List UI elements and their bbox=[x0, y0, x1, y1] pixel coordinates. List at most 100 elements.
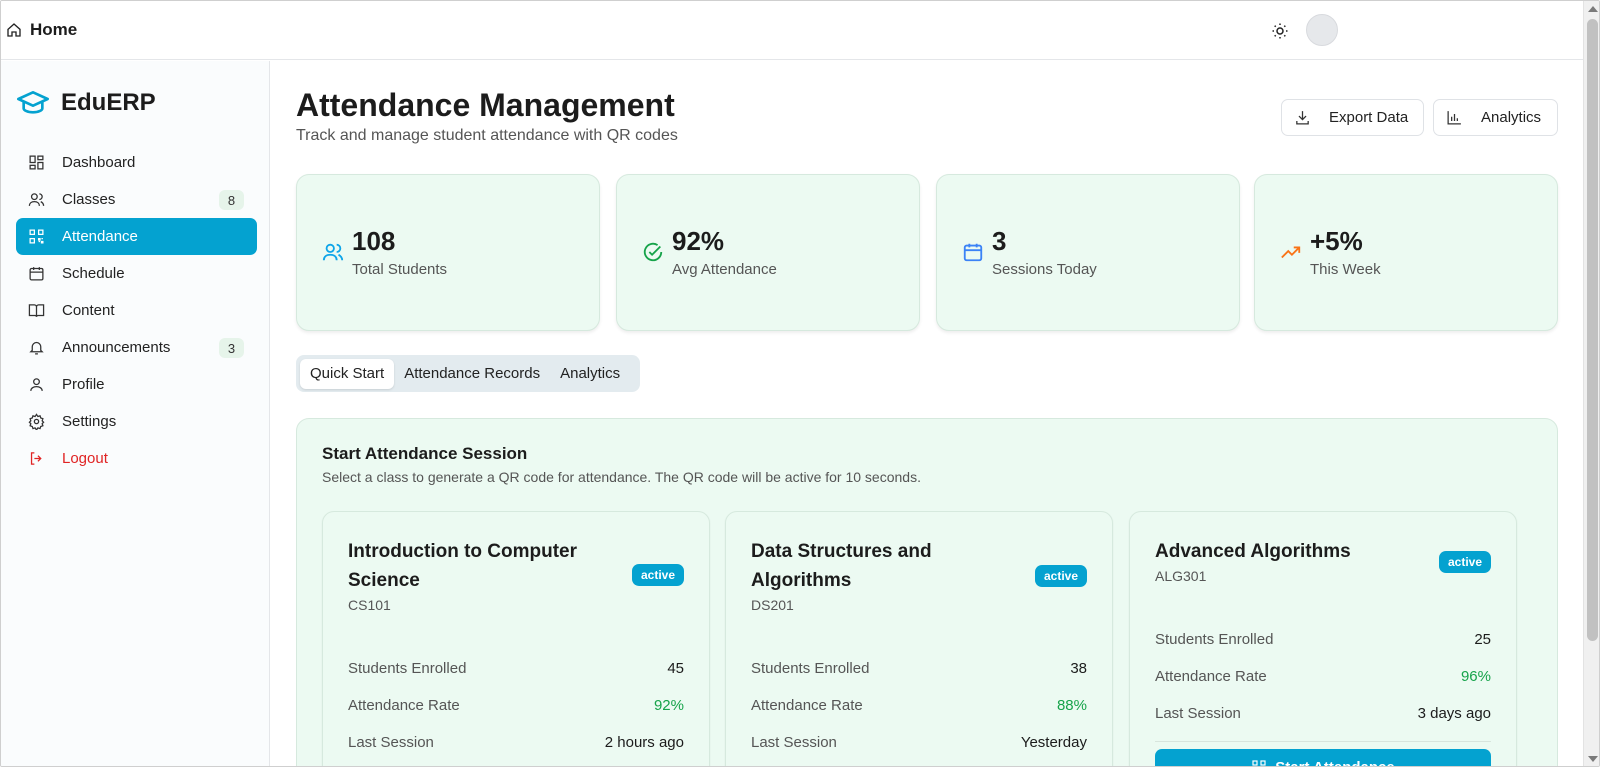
stat-label: Sessions Today bbox=[992, 261, 1097, 278]
analytics-label: Analytics bbox=[1481, 109, 1542, 126]
analytics-button[interactable]: Analytics bbox=[1433, 99, 1558, 136]
stat-card-total-students: 108 Total Students bbox=[296, 174, 600, 331]
page-title: Attendance Management bbox=[296, 87, 675, 123]
tab-attendance-records[interactable]: Attendance Records bbox=[394, 359, 550, 389]
sidebar-item-schedule[interactable]: Schedule bbox=[16, 255, 257, 292]
sidebar-item-label: Content bbox=[62, 302, 115, 319]
sidebar-item-dashboard[interactable]: Dashboard bbox=[16, 144, 257, 181]
rate-value: 88% bbox=[1056, 697, 1087, 714]
sidebar: EduERP Dashboard Classes 8 Attendance Sc… bbox=[1, 61, 270, 766]
class-name: Introduction to Computer Science bbox=[348, 541, 578, 591]
enrolled-value: 25 bbox=[1474, 631, 1491, 648]
start-attendance-label: Start Attendance bbox=[1275, 758, 1395, 767]
stat-value: 92% bbox=[672, 226, 725, 256]
stat-value: 108 bbox=[352, 226, 396, 256]
dashboard-icon bbox=[29, 155, 44, 170]
rate-label: Attendance Rate bbox=[348, 697, 460, 714]
sidebar-item-label: Profile bbox=[62, 376, 105, 393]
users-icon bbox=[322, 243, 344, 261]
main-content: Attendance Management Track and manage s… bbox=[271, 61, 1583, 767]
calendar-icon bbox=[29, 267, 44, 281]
class-name: Data Structures and Algorithms bbox=[751, 541, 932, 591]
sidebar-item-label: Logout bbox=[62, 450, 108, 467]
home-label: Home bbox=[30, 20, 78, 39]
panel-title: Start Attendance Session bbox=[322, 444, 528, 463]
count-badge: 3 bbox=[219, 338, 244, 358]
start-session-panel: Start Attendance Session Select a class … bbox=[296, 418, 1558, 767]
top-bar: Home bbox=[1, 1, 1583, 60]
last-session-label: Last Session bbox=[1155, 705, 1241, 722]
stat-card-this-week: +5% This Week bbox=[1254, 174, 1558, 331]
qr-code-icon bbox=[1252, 760, 1266, 766]
class-code: ALG301 bbox=[1155, 568, 1207, 584]
rate-value: 92% bbox=[653, 697, 684, 714]
enrolled-label: Students Enrolled bbox=[1155, 631, 1274, 648]
download-icon bbox=[1296, 111, 1309, 125]
scroll-down-arrow-icon[interactable] bbox=[1588, 756, 1598, 762]
start-attendance-button[interactable]: Start Attendance bbox=[1155, 749, 1491, 767]
scroll-up-arrow-icon[interactable] bbox=[1588, 6, 1598, 12]
sidebar-item-classes[interactable]: Classes 8 bbox=[16, 181, 257, 218]
check-circle-icon bbox=[643, 242, 663, 262]
status-badge: active bbox=[631, 564, 684, 586]
trending-up-icon bbox=[1281, 246, 1301, 259]
calendar-icon bbox=[963, 243, 983, 262]
theme-toggle-icon[interactable] bbox=[1271, 22, 1289, 40]
sidebar-item-label: Dashboard bbox=[62, 154, 136, 171]
graduation-cap-icon bbox=[17, 91, 49, 114]
class-card[interactable]: Data Structures and Algorithms active DS… bbox=[725, 511, 1113, 766]
enrolled-label: Students Enrolled bbox=[348, 660, 467, 677]
last-session-row: Last Session 3 days ago bbox=[1155, 705, 1491, 722]
sidebar-item-label: Settings bbox=[62, 413, 117, 430]
tab-analytics[interactable]: Analytics bbox=[550, 359, 630, 389]
stat-label: Total Students bbox=[352, 261, 448, 278]
rate-label: Attendance Rate bbox=[1155, 668, 1267, 685]
sidebar-item-content[interactable]: Content bbox=[16, 292, 257, 329]
rate-row: Attendance Rate 96% bbox=[1155, 668, 1491, 685]
home-link[interactable]: Home bbox=[6, 20, 77, 40]
stat-card-avg-attendance: 92% Avg Attendance bbox=[616, 174, 920, 331]
sidebar-item-label: Schedule bbox=[62, 265, 125, 282]
class-card[interactable]: Introduction to Computer Science active … bbox=[322, 511, 710, 766]
gear-icon bbox=[28, 413, 45, 430]
enrolled-row: Students Enrolled 38 bbox=[751, 660, 1087, 677]
scrollbar-thumb[interactable] bbox=[1587, 19, 1598, 641]
rate-row: Attendance Rate 92% bbox=[348, 697, 684, 714]
tab-quick-start[interactable]: Quick Start bbox=[300, 358, 395, 389]
avatar[interactable] bbox=[1306, 14, 1338, 46]
rate-value: 96% bbox=[1460, 668, 1491, 685]
page-subtitle: Track and manage student attendance with… bbox=[296, 127, 678, 144]
vertical-scrollbar[interactable] bbox=[1583, 1, 1599, 766]
export-data-button[interactable]: Export Data bbox=[1281, 99, 1424, 136]
export-data-label: Export Data bbox=[1329, 109, 1409, 126]
enrolled-row: Students Enrolled 45 bbox=[348, 660, 684, 677]
count-badge: 8 bbox=[219, 190, 244, 210]
last-session-row: Last Session 2 hours ago bbox=[348, 734, 684, 751]
divider bbox=[1155, 741, 1491, 742]
bell-icon bbox=[29, 341, 44, 355]
enrolled-value: 45 bbox=[667, 660, 684, 677]
sidebar-item-announcements[interactable]: Announcements 3 bbox=[16, 329, 257, 366]
sidebar-nav: Dashboard Classes 8 Attendance Schedule … bbox=[16, 144, 257, 477]
sidebar-item-logout[interactable]: Logout bbox=[16, 440, 257, 477]
enrolled-value: 38 bbox=[1070, 660, 1087, 677]
book-icon bbox=[28, 304, 45, 317]
sidebar-item-label: Announcements bbox=[62, 339, 171, 356]
class-name: Advanced Algorithms bbox=[1155, 541, 1351, 562]
users-icon bbox=[28, 193, 45, 206]
panel-description: Select a class to generate a QR code for… bbox=[322, 469, 921, 485]
last-session-label: Last Session bbox=[348, 734, 434, 751]
last-session-value: 2 hours ago bbox=[604, 734, 684, 751]
stat-card-sessions-today: 3 Sessions Today bbox=[936, 174, 1240, 331]
last-session-value: Yesterday bbox=[1020, 734, 1087, 751]
sidebar-item-profile[interactable]: Profile bbox=[16, 366, 257, 403]
sidebar-item-settings[interactable]: Settings bbox=[16, 403, 257, 440]
brand[interactable]: EduERP bbox=[17, 87, 156, 119]
sidebar-item-attendance[interactable]: Attendance bbox=[16, 218, 257, 255]
class-code: CS101 bbox=[348, 597, 391, 613]
class-card[interactable]: Advanced Algorithms active ALG301 Studen… bbox=[1129, 511, 1517, 767]
class-code: DS201 bbox=[751, 597, 794, 613]
enrolled-row: Students Enrolled 25 bbox=[1155, 631, 1491, 648]
rate-row: Attendance Rate 88% bbox=[751, 697, 1087, 714]
user-icon bbox=[30, 378, 43, 391]
